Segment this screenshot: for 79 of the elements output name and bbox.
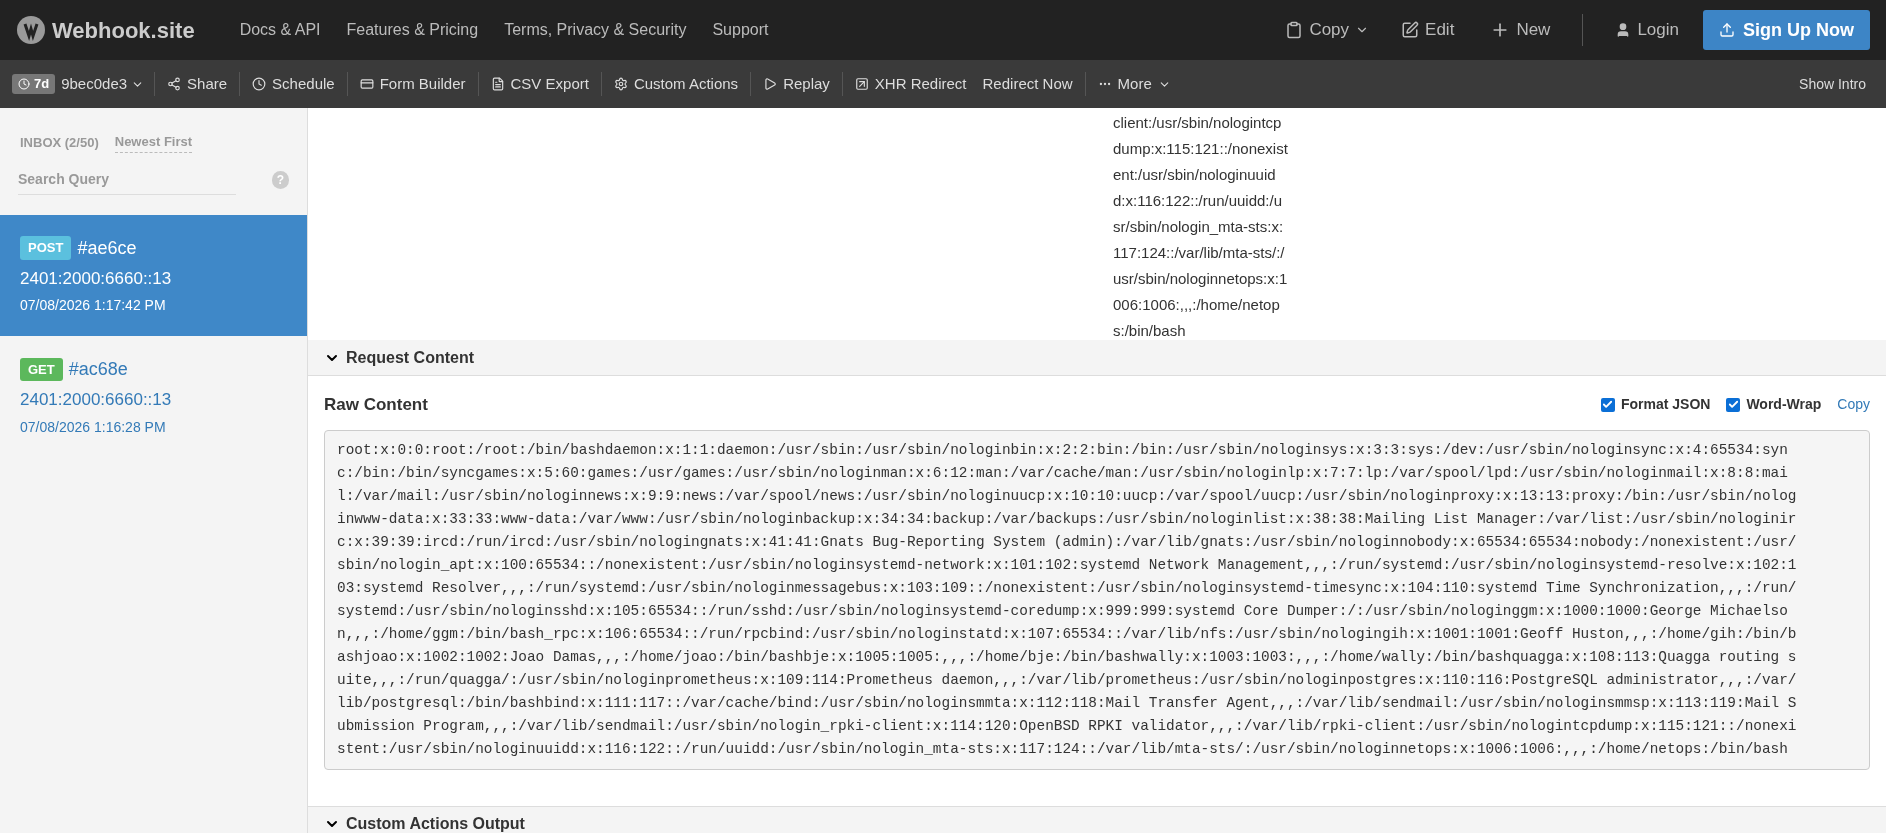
nav-link[interactable]: Support xyxy=(712,18,769,42)
copy-link[interactable]: Copy xyxy=(1837,394,1870,416)
raw-content-title: Raw Content xyxy=(324,394,428,416)
checkbox[interactable] xyxy=(1726,397,1741,412)
body-text-line: d:x:116:122::/run/uuidd:/u xyxy=(1113,191,1283,211)
request-time: 07/08/2026 1:16:28 PM xyxy=(20,417,167,437)
login-button[interactable]: Login xyxy=(1599,17,1695,43)
edit-icon xyxy=(1401,21,1420,39)
body-text-line: dump:x:115:121::/nonexist xyxy=(1113,139,1289,159)
edit-button[interactable]: Edit xyxy=(1381,17,1475,43)
request-item[interactable]: GET #ac68e 2401:2000:6660::13 07/08/2026 1:16:28 PM xyxy=(0,336,307,458)
body-text-line: s:/bin/bash xyxy=(1113,321,1187,341)
checkbox-label: Word-Wrap xyxy=(1746,395,1822,415)
arrow-box-icon xyxy=(854,77,869,91)
expiry-badge[interactable]: 7d xyxy=(12,74,56,94)
request-id: #ac68e xyxy=(68,358,128,381)
clipboard-icon xyxy=(1285,21,1304,39)
raw-content-line: lib/postgresql:/bin/bashbind:x:111:117::/var/cache/bind:/usr/sbin/nologinsmmta:x:112:118:Mail Transfer Agent,,,:/var/lib/sendmail:/usr/sbin/nologinsmmsp:x:113:119:Mail S xyxy=(337,693,1798,713)
toolbar-button[interactable]: More xyxy=(1089,72,1179,96)
settings-icon xyxy=(613,77,628,91)
request-time: 07/08/2026 1:17:42 PM xyxy=(20,296,167,315)
request-ip: 2401:2000:6660::13 xyxy=(20,267,173,290)
copy-button[interactable]: Copy xyxy=(1273,17,1382,43)
method-badge: POST xyxy=(20,236,72,260)
section-title: Custom Actions Output xyxy=(346,814,525,833)
upload-icon xyxy=(1719,22,1735,38)
toolbar-button[interactable]: CSV Export xyxy=(482,72,597,96)
request-item[interactable]: POST #ae6ce 2401:2000:6660::13 07/08/2026 1:17:42 PM xyxy=(0,214,307,336)
section-title: Request Content xyxy=(346,347,474,368)
request-id: #ae6ce xyxy=(77,236,137,260)
raw-content-line: inwww-data:x:33:33:www-data:/var/www:/usr/sbin/nologinbackup:x:34:34:backup:/var/backups:/usr/sbin/nologinlist:x:38:38:Mailing List Manager:/var/list:/usr/sbin/nologinir xyxy=(337,509,1798,529)
raw-content-line: 03:systemd Resolver,,,:/run/systemd:/usr/sbin/nologinmessagebus:x:103:109::/nonexistent:/usr/sbin/nologinsystemd-timesync:x:104:110:systemd Time Synchronization,,,:/run/ xyxy=(337,578,1798,598)
request-ip: 2401:2000:6660::13 xyxy=(20,389,173,411)
raw-content-line: l:/var/mail:/usr/sbin/nologinnews:x:9:9:news:/var/spool/news:/usr/sbin/nologinuucp:x:10:10:uucp:/var/spool/uucp:/usr/sbin/nologinproxy:x:13:13:proxy:/bin:/usr/sbin/nolog xyxy=(337,486,1798,506)
body-text-line: ent:/usr/sbin/nologinuuid xyxy=(1113,165,1277,185)
nav-link[interactable]: Features & Pricing xyxy=(346,18,479,42)
raw-content-line: ashjoao:x:1002:1002:Joao Damas,,,:/home/joao:/bin/bashbje:x:1005:1005:,,,:/home/bje:/bin/bashwally:x:1003:1003:,,,:/home/wally:/bin/bashquagga:x:108:113:Quagga routing s xyxy=(337,647,1798,667)
signup-button[interactable]: Sign Up Now xyxy=(1703,10,1870,50)
file-icon xyxy=(490,77,505,91)
toolbar-button[interactable]: Redirect Now xyxy=(974,72,1081,96)
clock-icon xyxy=(18,78,30,90)
toolbar-button[interactable]: Form Builder xyxy=(351,72,474,96)
logo-text[interactable]: Webhook.site xyxy=(52,13,195,47)
checkbox-label: Format JSON xyxy=(1620,395,1711,415)
new-button[interactable]: New xyxy=(1474,17,1567,43)
nav-link[interactable]: Docs & API xyxy=(239,18,321,42)
inbox-count: INBOX (2/50) xyxy=(20,133,99,152)
share-icon xyxy=(167,77,182,91)
raw-content-line: uite,,,:/run/quagga/:/usr/sbin/nologinprometheus:x:109:114:Prometheus daemon,,,:/var/lib/prometheus:/usr/sbin/nologinpostgres:x:110:116:PostgreSQL administrator,,,:/var/ xyxy=(337,670,1798,690)
raw-content-line: c:/bin:/bin/syncgames:x:5:60:games:/usr/games:/usr/sbin/nologinman:x:6:12:man:/var/cache/man:/usr/sbin/nologinlp:x:7:7:lp:/var/spool/lpd:/usr/sbin/nologinmail:x:8:8:mai xyxy=(337,463,1789,483)
body-text-line: sr/sbin/nologin_mta-sts:x: xyxy=(1113,217,1285,237)
clock-icon xyxy=(252,77,267,91)
checkbox[interactable] xyxy=(1600,397,1615,412)
section-header[interactable]: Request Content xyxy=(308,340,1886,376)
raw-content-line: stent:/usr/sbin/nologinuuidd:x:116:122::/run/uuidd:/usr/sbin/nologin_mta-sts:x:117:124::/var/lib/mta-sts/:/usr/sbin/nologinnetops:x:1006:1006:,,,:/home/netops:/bin/bash xyxy=(337,739,1789,759)
toolbar-button[interactable]: Custom Actions xyxy=(605,72,747,96)
search-field[interactable]: Search Query xyxy=(18,164,236,195)
show-intro-button[interactable]: Show Intro xyxy=(1791,73,1874,95)
raw-content-line: sbin/nologin_apt:x:100:65534::/nonexistent:/usr/sbin/nologinsystemd-network:x:101:102:systemd Network Management,,,:/run/systemd:/usr/sbin/nologinsystemd-resolve:x:102:1 xyxy=(337,555,1798,575)
toolbar-button[interactable]: Replay xyxy=(755,72,838,96)
raw-content-line: c:x:39:39:ircd:/run/ircd:/usr/sbin/nologingnats:x:41:41:Gnats Bug-Reporting System (admin):/var/lib/gnats:/usr/sbin/nologinnobody:x:65534:65534:nobody:/nonexistent:/usr/ xyxy=(337,532,1798,552)
method-badge: GET xyxy=(20,357,63,382)
nav-link[interactable]: Terms, Privacy & Security xyxy=(504,18,687,42)
raw-content-line: root:x:0:0:root:/root:/bin/bashdaemon:x:1:1:daemon:/usr/sbin:/usr/sbin/nologinbin:x:2:2:bin:/bin:/usr/sbin/nologinsys:x:3:3:sys:/dev:/usr/sbin/nologinsync:x:4:65534:syn xyxy=(337,440,1789,460)
toolbar-button[interactable]: Share xyxy=(159,72,236,96)
raw-content-line: n,,,:/home/ggm:/bin/bash_rpc:x:106:65534::/run/rpcbind:/usr/sbin/nologinstatd:x:107:65534::/var/lib/nfs:/usr/sbin/nologingih:x:1001:1001:Geoff Huston,,,:/home/gih:/bin/b xyxy=(337,624,1798,644)
logo-icon xyxy=(16,15,46,45)
body-text-line: 117:124::/var/lib/mta-sts/:/ xyxy=(1113,243,1286,263)
raw-content-line: systemd:/usr/sbin/nologinsshd:x:105:65534::/run/sshd:/usr/sbin/nologinsystemd-coredump:x:999:999:systemd Core Dumper:/:/usr/sbin/nologinggm:x:1000:1000:George Michaelso xyxy=(337,601,1789,621)
section-header[interactable]: Custom Actions Output xyxy=(308,805,1886,833)
toolbar-button[interactable]: Schedule xyxy=(244,72,343,96)
token-dropdown[interactable]: 9bec0de3 xyxy=(55,72,151,96)
body-text-line: usr/sbin/nologinnetops:x:1 xyxy=(1113,269,1289,289)
card-icon xyxy=(359,77,374,91)
raw-content-line: ubmission Program,,,:/var/lib/sendmail:/usr/sbin/nologin_rpki-client:x:114:120:OpenBSD RPKI validator,,,:/var/lib/rpki-client:/usr/sbin/nologintcpdump:x:115:121::/nonexi xyxy=(337,716,1798,736)
play-icon xyxy=(763,77,778,91)
body-text-line: client:/usr/sbin/nologintcp xyxy=(1113,113,1283,133)
body-text-line: 006:1006:,,,:/home/netop xyxy=(1113,295,1281,315)
toolbar-button[interactable]: XHR Redirect xyxy=(846,72,975,96)
